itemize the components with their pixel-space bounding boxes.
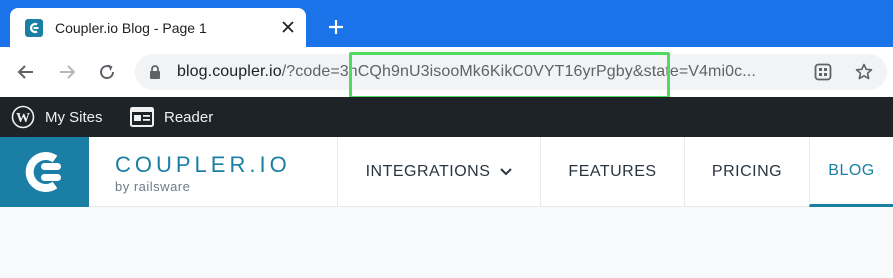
reader-icon (130, 107, 154, 127)
chevron-down-icon (500, 168, 513, 176)
lock-icon[interactable] (147, 64, 163, 80)
nav-integrations-label: INTEGRATIONS (365, 163, 491, 180)
browser-tab[interactable]: Coupler.io Blog - Page 1 (10, 8, 306, 47)
nav-integrations[interactable]: INTEGRATIONS (337, 137, 540, 207)
reader-label: Reader (164, 108, 214, 126)
wordpress-admin-bar: W My Sites Reader (0, 97, 893, 137)
extension-icon[interactable] (812, 61, 834, 83)
url-path: /?code=3hCQh9nU3isooMk6KikC0VYT16yrPgby&… (281, 63, 756, 80)
tab-title: Coupler.io Blog - Page 1 (55, 20, 207, 36)
coupler-logo-icon[interactable] (0, 137, 89, 207)
svg-text:W: W (16, 111, 30, 126)
nav-pricing[interactable]: PRICING (684, 137, 809, 207)
page-body (0, 207, 893, 278)
brand-name: COUPLER.IO (115, 152, 291, 177)
site-header: COUPLER.IO by railsware INTEGRATIONS FEA… (0, 137, 893, 207)
reload-icon[interactable] (95, 60, 119, 84)
back-arrow-icon[interactable] (14, 60, 38, 84)
nav-features-label: FEATURES (568, 163, 657, 180)
coupler-favicon-icon (25, 19, 43, 37)
nav-blog[interactable]: BLOG (809, 137, 893, 207)
wordpress-icon: W (11, 105, 35, 129)
browser-tabstrip: Coupler.io Blog - Page 1 (0, 0, 893, 47)
my-sites-link[interactable]: W My Sites (11, 97, 103, 137)
address-bar[interactable]: blog.coupler.io/?code=3hCQh9nU3isooMk6Ki… (135, 54, 887, 90)
forward-arrow-icon[interactable] (55, 60, 79, 84)
brand-wordmark[interactable]: COUPLER.IO by railsware (115, 152, 291, 195)
url-host: blog.coupler.io (177, 63, 282, 80)
my-sites-label: My Sites (45, 108, 103, 126)
nav-blog-label: BLOG (828, 161, 875, 179)
browser-toolbar: blog.coupler.io/?code=3hCQh9nU3isooMk6Ki… (0, 47, 893, 99)
brand-subtitle: by railsware (115, 179, 191, 194)
url-text[interactable]: blog.coupler.io/?code=3hCQh9nU3isooMk6Ki… (177, 63, 756, 81)
bookmark-star-icon[interactable] (853, 61, 875, 83)
reader-link[interactable]: Reader (130, 97, 213, 137)
nav-pricing-label: PRICING (711, 163, 783, 180)
close-tab-icon[interactable] (278, 17, 298, 37)
plus-icon[interactable] (324, 15, 348, 39)
nav-features[interactable]: FEATURES (540, 137, 684, 207)
